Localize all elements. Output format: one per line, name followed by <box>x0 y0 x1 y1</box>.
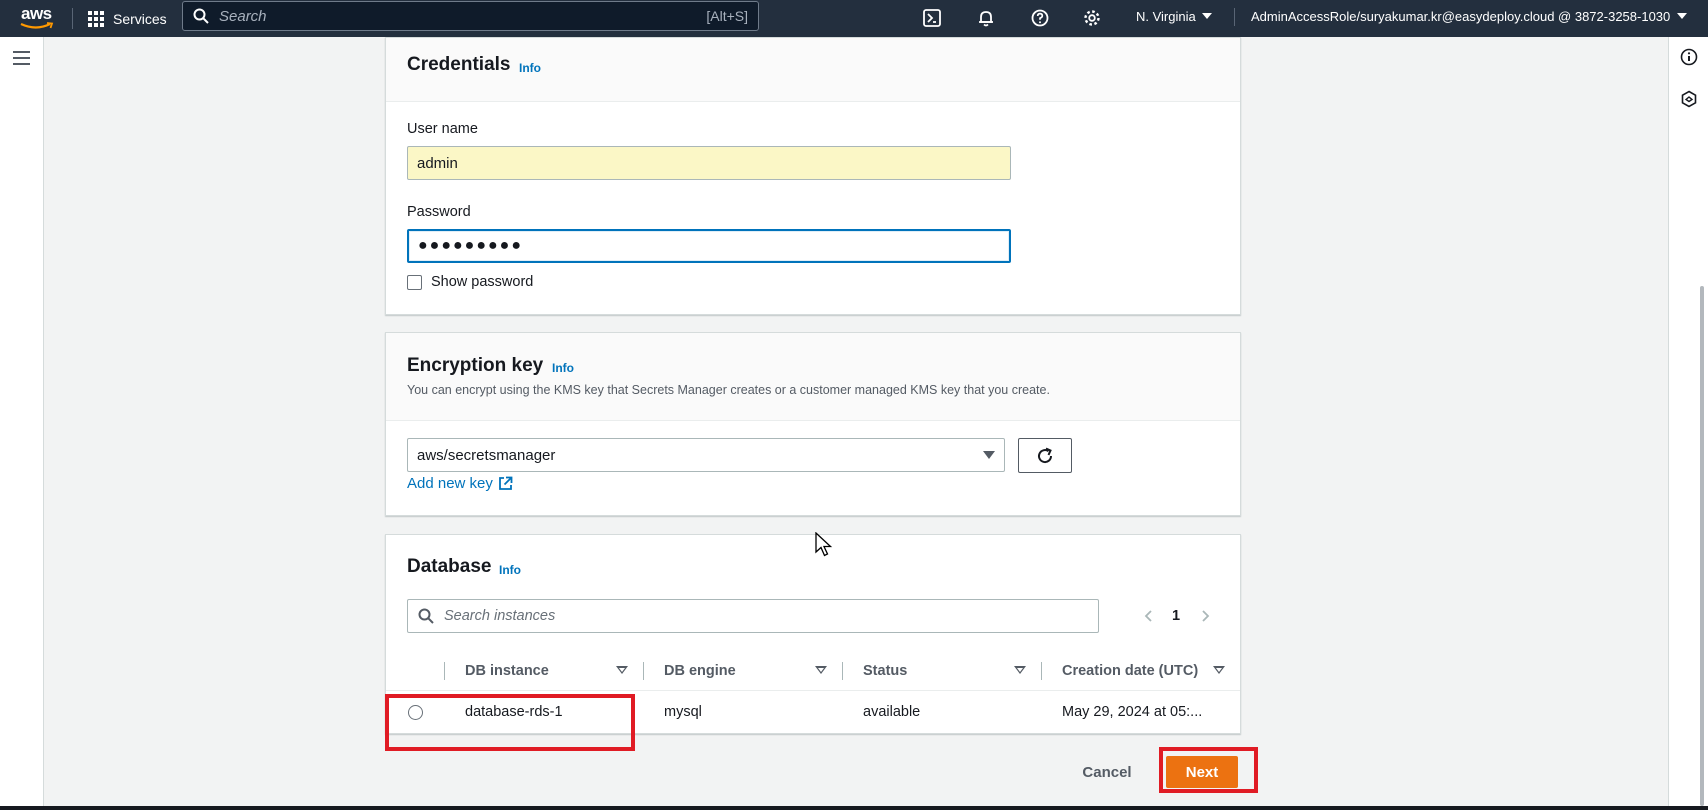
search-shortcut-hint: [Alt+S] <box>706 8 748 24</box>
username-input[interactable]: admin <box>407 146 1011 180</box>
caret-down-icon <box>983 451 995 459</box>
add-new-key-link[interactable]: Add new key <box>407 475 513 492</box>
encryption-description: You can encrypt using the KMS key that S… <box>407 383 1050 397</box>
credentials-info-link[interactable]: Info <box>519 61 541 75</box>
instances-table-header: DB instance DB engine Status Creation da… <box>386 650 1240 691</box>
credentials-panel-header: Credentials Info <box>386 38 1240 102</box>
search-icon <box>418 608 434 624</box>
sort-caret-icon[interactable] <box>1213 666 1225 674</box>
mouse-cursor-icon <box>815 532 833 557</box>
cell-creation-date: May 29, 2024 at 05:... <box>1062 704 1203 720</box>
sort-caret-icon[interactable] <box>1014 666 1026 674</box>
highlight-box-next-button <box>1159 747 1258 793</box>
account-label: AdminAccessRole/suryakumar.kr@easydeploy… <box>1251 8 1671 24</box>
refresh-keys-button[interactable] <box>1018 438 1072 473</box>
top-navigation-bar: aws Services Search [Alt+S] N. Virginia … <box>0 0 1708 37</box>
database-title: Database <box>407 556 492 577</box>
password-masked-value: ●●●●●●●●● <box>418 237 523 254</box>
window-bottom-edge <box>0 806 1708 810</box>
aws-smile-icon <box>20 22 54 29</box>
sort-caret-icon[interactable] <box>616 666 628 674</box>
page-scrollbar[interactable] <box>1700 286 1704 806</box>
column-divider <box>1041 662 1042 680</box>
search-icon <box>193 8 209 24</box>
column-header-creation-date[interactable]: Creation date (UTC) <box>1062 650 1198 691</box>
region-label: N. Virginia <box>1136 8 1196 24</box>
current-page-number[interactable]: 1 <box>1172 608 1180 624</box>
password-input[interactable]: ●●●●●●●●● <box>407 229 1011 263</box>
show-password-checkbox[interactable] <box>407 275 422 290</box>
external-link-icon <box>498 476 513 490</box>
global-search-input[interactable]: Search [Alt+S] <box>182 1 759 31</box>
encryption-info-link[interactable]: Info <box>552 361 574 375</box>
credentials-title: Credentials <box>407 54 511 75</box>
encryption-key-panel-header: Encryption key Info You can encrypt usin… <box>386 333 1240 421</box>
credentials-panel: Credentials Info User name admin Passwor… <box>385 37 1241 315</box>
chevron-left-icon[interactable] <box>1142 609 1156 623</box>
column-header-db-instance[interactable]: DB instance <box>465 650 549 691</box>
aws-logo[interactable]: aws <box>20 3 56 33</box>
services-menu-button[interactable]: Services <box>88 0 167 37</box>
search-placeholder: Search <box>219 7 267 25</box>
aws-logo-text: aws <box>21 4 52 23</box>
kms-key-select[interactable]: aws/secretsmanager <box>407 438 1005 472</box>
column-divider <box>444 662 445 680</box>
hamburger-menu-icon[interactable] <box>13 51 30 69</box>
encryption-key-panel: Encryption key Info You can encrypt usin… <box>385 332 1241 516</box>
search-instances-placeholder: Search instances <box>444 608 556 624</box>
sort-caret-icon[interactable] <box>815 666 827 674</box>
add-new-key-label: Add new key <box>407 475 493 492</box>
cancel-button[interactable]: Cancel <box>1068 754 1146 790</box>
info-panel-icon[interactable] <box>1680 48 1698 66</box>
left-side-rail <box>0 37 44 810</box>
cell-status: available <box>863 704 921 720</box>
cloudshell-icon[interactable] <box>921 7 943 29</box>
column-header-db-engine[interactable]: DB engine <box>664 650 736 691</box>
chevron-right-icon[interactable] <box>1198 609 1212 623</box>
refresh-icon <box>1038 447 1053 463</box>
show-password-label[interactable]: Show password <box>431 274 533 290</box>
notifications-bell-icon[interactable] <box>975 7 997 29</box>
search-instances-input[interactable]: Search instances <box>407 599 1099 633</box>
region-selector[interactable]: N. Virginia <box>1136 0 1212 32</box>
account-menu[interactable]: AdminAccessRole/suryakumar.kr@easydeploy… <box>1251 0 1687 32</box>
services-label: Services <box>113 10 167 27</box>
nav-divider <box>1234 8 1235 26</box>
kms-key-selected-value: aws/secretsmanager <box>417 446 556 464</box>
username-value: admin <box>417 154 458 172</box>
password-label: Password <box>407 204 471 220</box>
settings-gear-icon[interactable] <box>1081 7 1103 29</box>
services-grid-icon <box>88 10 104 27</box>
nav-divider <box>72 8 73 29</box>
highlight-box-instance-row <box>385 694 635 751</box>
username-label: User name <box>407 121 478 137</box>
feedback-hexagon-icon[interactable] <box>1680 90 1698 108</box>
help-icon[interactable] <box>1029 7 1051 29</box>
encryption-key-title: Encryption key <box>407 355 544 376</box>
pagination: 1 <box>1142 599 1212 633</box>
column-divider <box>643 662 644 680</box>
database-info-link[interactable]: Info <box>499 563 521 577</box>
column-header-status[interactable]: Status <box>863 650 907 691</box>
cell-db-engine: mysql <box>664 704 702 720</box>
column-divider <box>842 662 843 680</box>
